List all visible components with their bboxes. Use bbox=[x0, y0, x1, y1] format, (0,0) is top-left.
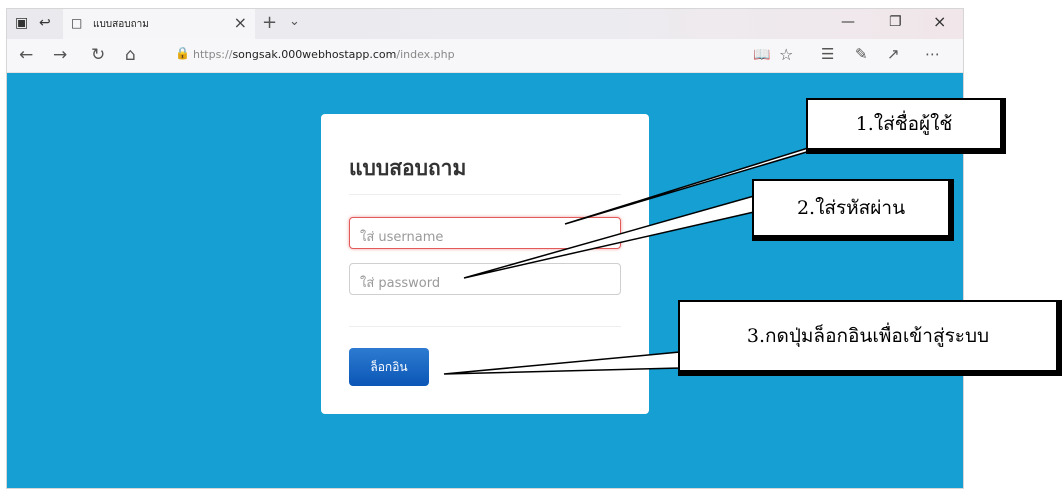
pointer-step2 bbox=[463, 195, 755, 279]
pointer-step3 bbox=[443, 351, 681, 375]
callout-pointers bbox=[443, 147, 821, 375]
callout-step2: 2.ใส่รหัสผ่าน bbox=[752, 179, 954, 241]
callout-step3: 3.กดปุ่มล็อกอินเพื่อเข้าสู่ระบบ bbox=[678, 300, 1062, 376]
callout-step1: 1.ใส่ชื่อผู้ใช้ bbox=[806, 98, 1006, 154]
